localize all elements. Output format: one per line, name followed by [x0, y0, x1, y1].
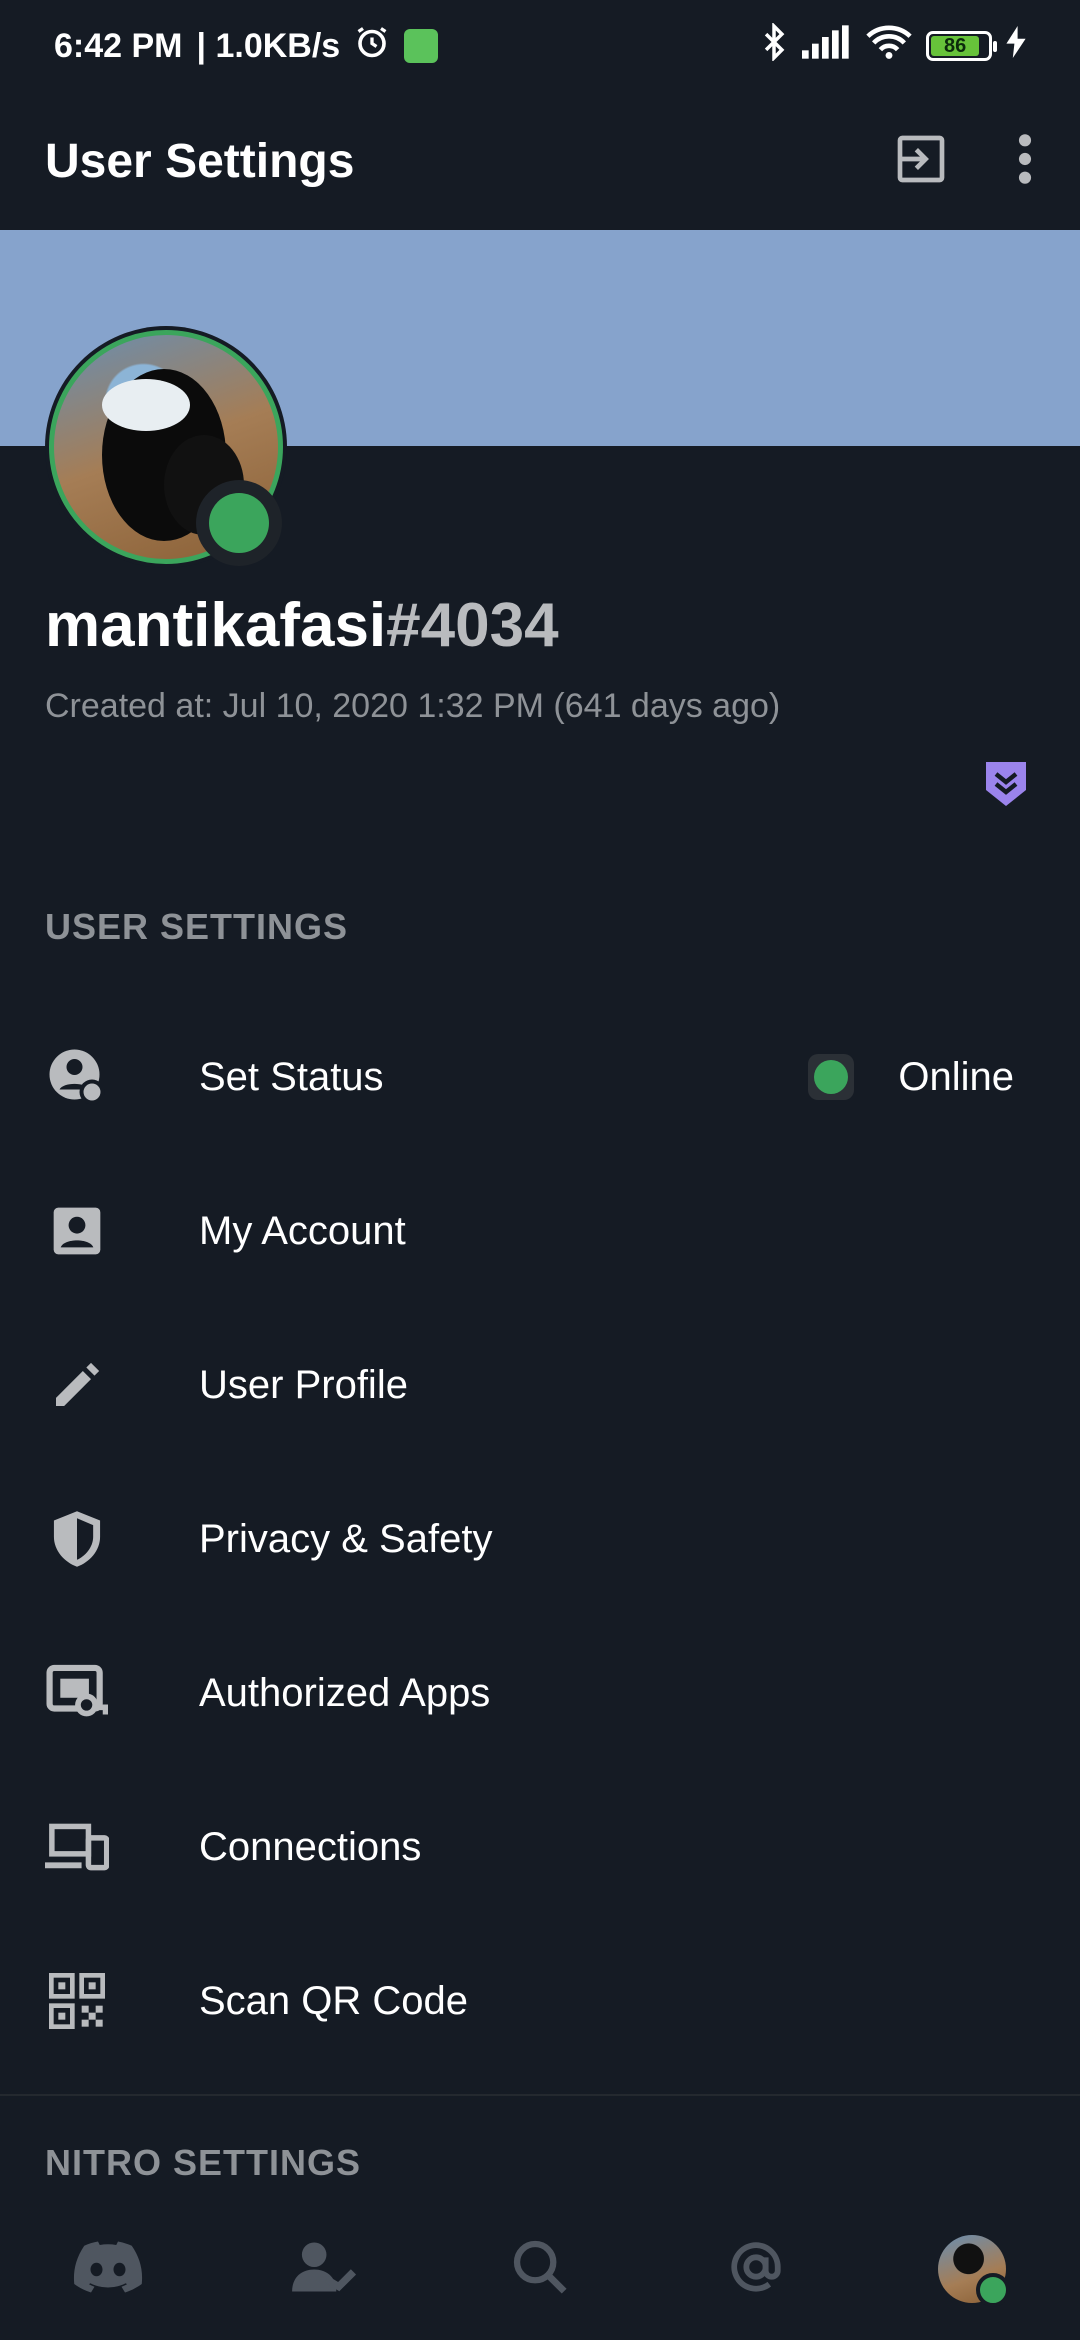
more-options-icon[interactable]	[1015, 131, 1035, 192]
username-name: mantikafasi	[45, 591, 387, 660]
setting-label: User Profile	[199, 1362, 408, 1407]
apps-icon	[45, 1661, 109, 1725]
setting-label: Connections	[199, 1824, 422, 1869]
setting-label: Privacy & Safety	[199, 1516, 493, 1561]
discord-home-icon	[73, 2240, 143, 2299]
battery-level: 86	[931, 35, 980, 57]
shield-icon	[45, 1507, 109, 1571]
status-bar-right: 86	[760, 21, 1026, 70]
logout-icon[interactable]	[893, 131, 949, 192]
setting-label: Scan QR Code	[199, 1978, 469, 2023]
qr-code-icon	[45, 1969, 109, 2033]
page-title: User Settings	[45, 134, 355, 188]
friends-icon	[292, 2240, 357, 2299]
nav-search[interactable]	[490, 2219, 590, 2319]
current-status: Online	[808, 1054, 1014, 1100]
setting-label: My Account	[199, 1208, 406, 1253]
username: mantikafasi#4034	[45, 590, 559, 661]
privacy-safety-row[interactable]: Privacy & Safety	[0, 1462, 1080, 1616]
status-time: 6:42 PM	[54, 26, 183, 65]
online-dot-icon	[808, 1054, 855, 1100]
section-nitro-settings: NITRO SETTINGS	[45, 2142, 362, 2183]
mentions-icon	[727, 2238, 785, 2301]
devices-icon	[45, 1815, 109, 1879]
bottom-navigation	[0, 2198, 1080, 2340]
charging-icon	[1006, 25, 1026, 67]
bluetooth-icon	[760, 21, 788, 70]
status-bar-left: 6:42 PM | 1.0KB/s	[54, 24, 439, 69]
authorized-apps-row[interactable]: Authorized Apps	[0, 1616, 1080, 1770]
scan-qr-code-row[interactable]: Scan QR Code	[0, 1924, 1080, 2078]
setting-label: Set Status	[199, 1054, 384, 1099]
online-status-indicator	[196, 480, 282, 566]
section-user-settings: USER SETTINGS	[45, 906, 349, 947]
nav-friends[interactable]	[274, 2219, 374, 2319]
nav-mentions[interactable]	[706, 2219, 806, 2319]
network-speed: | 1.0KB/s	[196, 26, 341, 65]
profile-avatar	[938, 2235, 1010, 2307]
account-icon	[45, 1199, 109, 1263]
wifi-icon	[866, 24, 912, 69]
hypesquad-badge-icon[interactable]	[984, 760, 1028, 808]
nav-home[interactable]	[58, 2219, 158, 2319]
section-divider	[0, 2094, 1080, 2096]
current-status-label: Online	[898, 1054, 1014, 1099]
status-icon	[45, 1045, 109, 1109]
my-account-row[interactable]: My Account	[0, 1154, 1080, 1308]
app-bar: User Settings	[0, 92, 1080, 230]
search-icon	[511, 2238, 569, 2301]
account-created-date: Created at: Jul 10, 2020 1:32 PM (641 da…	[45, 687, 781, 725]
username-discriminator: #4034	[386, 591, 559, 660]
pencil-icon	[45, 1353, 109, 1417]
alarm-icon	[354, 24, 390, 69]
app-notification-icon	[404, 29, 439, 63]
app-bar-actions	[893, 131, 1035, 192]
user-settings-list: Set Status Online My Account User Profil…	[0, 1000, 1080, 2078]
set-status-row[interactable]: Set Status Online	[0, 1000, 1080, 1154]
status-bar: 6:42 PM | 1.0KB/s 86	[0, 0, 1080, 92]
user-profile-row[interactable]: User Profile	[0, 1308, 1080, 1462]
connections-row[interactable]: Connections	[0, 1770, 1080, 1924]
battery-icon: 86	[926, 31, 997, 61]
signal-icon	[802, 24, 852, 68]
setting-label: Authorized Apps	[199, 1670, 491, 1715]
nav-profile[interactable]	[922, 2219, 1022, 2319]
